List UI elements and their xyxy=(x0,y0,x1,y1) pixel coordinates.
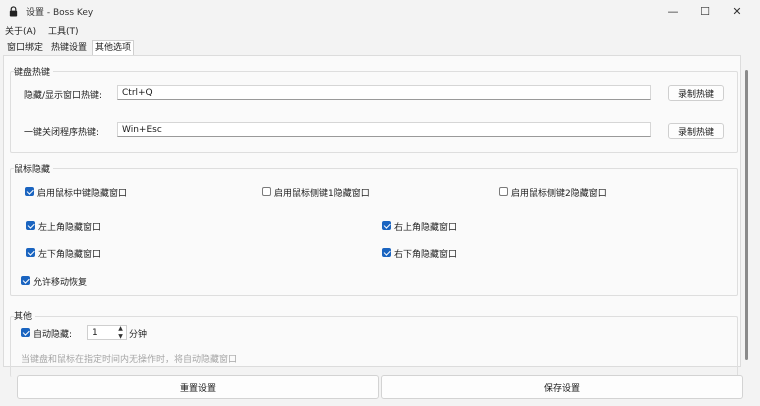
close-hotkey-label: 一键关闭程序热键: xyxy=(24,128,100,138)
hotkeys-group xyxy=(10,71,738,153)
bottom-right-corner-checkbox[interactable] xyxy=(382,248,391,257)
save-settings-button[interactable]: 保存设置 xyxy=(381,375,743,399)
maximize-button[interactable]: ☐ xyxy=(688,0,722,22)
tab-window-binding[interactable]: 窗口绑定 xyxy=(5,41,45,55)
tab-other-options[interactable]: 其他选项 xyxy=(92,40,135,56)
title-bar xyxy=(0,0,760,22)
middle-click-label: 启用鼠标中键隐藏窗口 xyxy=(37,189,128,199)
bottom-right-corner-label: 右下角隐藏窗口 xyxy=(394,250,458,260)
top-right-corner-checkbox[interactable] xyxy=(382,221,391,230)
top-left-corner-checkbox[interactable] xyxy=(26,221,35,230)
spin-down-icon[interactable]: ▼ xyxy=(115,333,126,340)
toggle-hotkey-label: 隐藏/显示窗口热键: xyxy=(24,91,103,101)
vertical-scrollbar[interactable] xyxy=(745,70,748,360)
close-hotkey-field[interactable]: Win+Esc xyxy=(117,122,651,137)
mouse-group-title: 鼠标隐藏 xyxy=(14,162,54,175)
menu-about[interactable]: 关于(A) xyxy=(5,24,36,37)
bottom-left-corner-checkbox[interactable] xyxy=(26,248,35,257)
hotkeys-group-title: 键盘热键 xyxy=(14,65,54,78)
side-button2-checkbox[interactable] xyxy=(499,187,508,196)
bottom-left-corner-label: 左下角隐藏窗口 xyxy=(38,250,102,260)
menu-bar xyxy=(0,22,760,38)
move-restore-label: 允许移动恢复 xyxy=(33,278,88,288)
toggle-hotkey-field[interactable]: Ctrl+Q xyxy=(117,85,651,100)
side-button1-checkbox[interactable] xyxy=(262,187,271,196)
record-toggle-hotkey-button[interactable]: 录制热键 xyxy=(668,85,724,101)
close-button[interactable]: ✕ xyxy=(720,0,754,22)
spin-up-icon[interactable]: ▲ xyxy=(115,325,126,332)
lock-icon xyxy=(9,6,18,17)
menu-tools[interactable]: 工具(T) xyxy=(48,24,79,37)
auto-hide-label: 自动隐藏: xyxy=(33,330,73,340)
move-restore-checkbox[interactable] xyxy=(21,276,30,285)
side-button1-label: 启用鼠标侧键1隐藏窗口 xyxy=(274,189,370,199)
auto-hide-unit: 分钟 xyxy=(129,330,148,340)
window-title: 设置 - Boss Key xyxy=(26,8,94,18)
tab-hotkey-settings[interactable]: 热键设置 xyxy=(49,41,89,55)
reset-settings-button[interactable]: 重置设置 xyxy=(17,375,379,399)
auto-hide-checkbox[interactable] xyxy=(21,328,30,337)
other-group-title: 其他 xyxy=(14,309,36,322)
minimize-button[interactable]: — xyxy=(656,0,690,22)
middle-click-checkbox[interactable] xyxy=(25,187,34,196)
top-right-corner-label: 右上角隐藏窗口 xyxy=(394,223,458,233)
side-button2-label: 启用鼠标侧键2隐藏窗口 xyxy=(511,189,607,199)
top-left-corner-label: 左上角隐藏窗口 xyxy=(38,223,102,233)
record-close-hotkey-button[interactable]: 录制热键 xyxy=(668,123,724,139)
auto-hide-hint: 当键盘和鼠标在指定时间内无操作时，将自动隐藏窗口 xyxy=(21,355,238,365)
